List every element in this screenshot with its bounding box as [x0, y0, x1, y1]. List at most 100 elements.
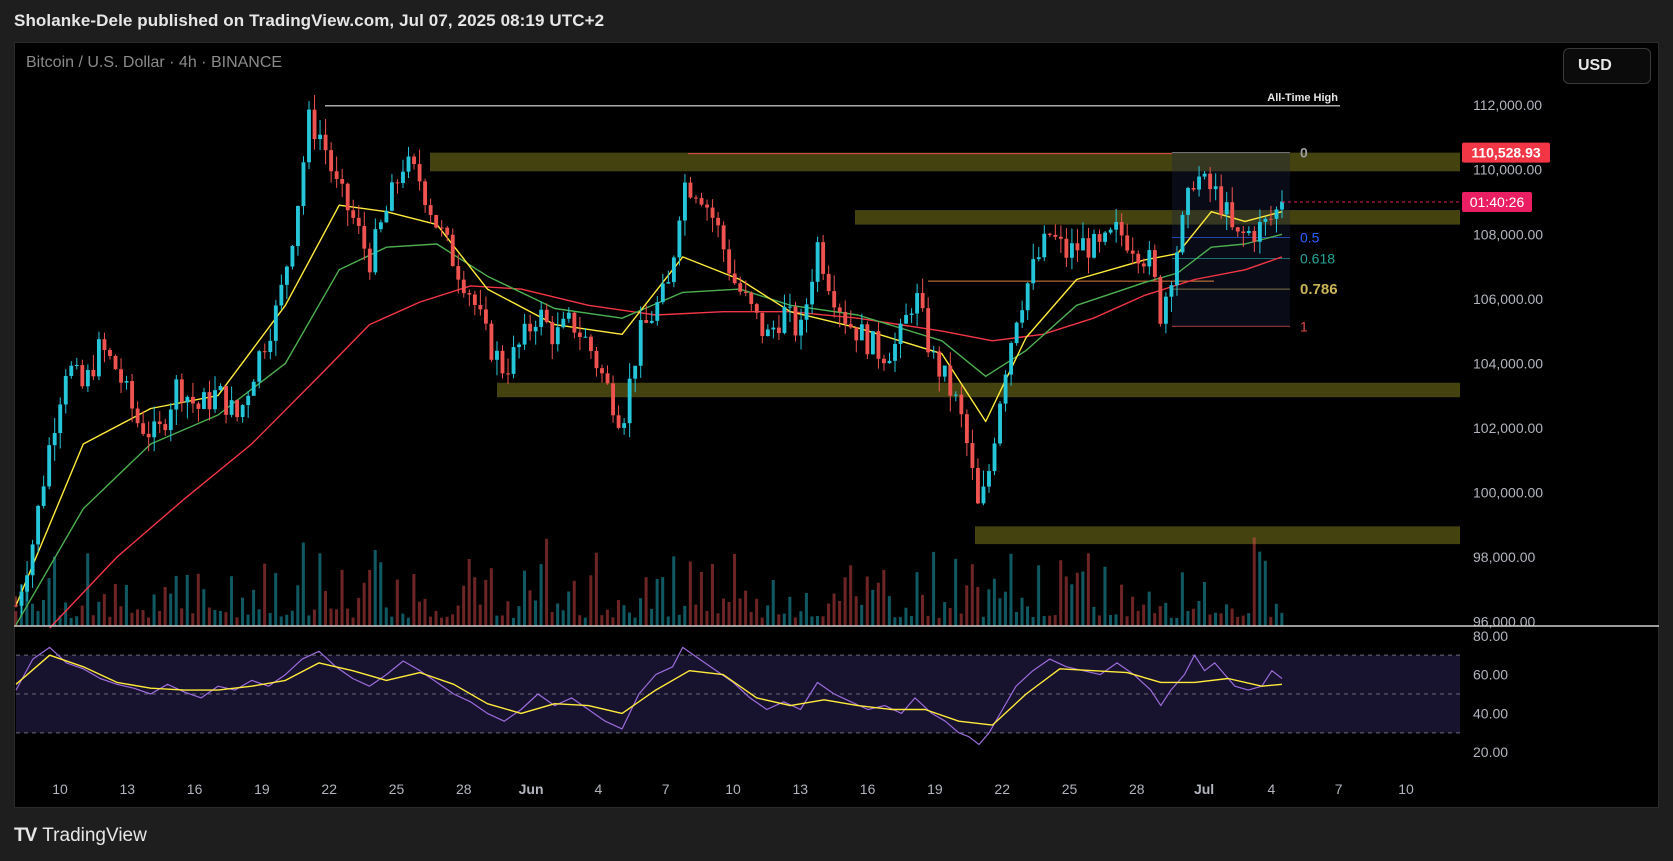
- volume-bar: [362, 582, 366, 626]
- volume-bar: [1263, 560, 1267, 626]
- volume-bar: [1197, 600, 1201, 626]
- volume-bar: [80, 605, 84, 626]
- candle-body: [224, 386, 229, 415]
- candle-body: [594, 350, 599, 369]
- candle-body: [428, 205, 433, 216]
- currency-button[interactable]: USD: [1563, 48, 1651, 84]
- zone-rect: [497, 382, 1460, 398]
- volume-bar: [1252, 537, 1256, 626]
- volume-bar: [500, 615, 504, 626]
- candle-body: [1269, 218, 1273, 220]
- volume-bar: [688, 561, 692, 626]
- volume-bar: [440, 617, 444, 626]
- candle-body: [987, 471, 991, 487]
- candle-body: [788, 306, 792, 308]
- volume-bar: [1241, 615, 1245, 626]
- candle-body: [1025, 283, 1030, 311]
- volume-bar: [699, 572, 703, 626]
- candle-body: [307, 109, 311, 163]
- candle-body: [566, 312, 571, 319]
- volume-bar: [650, 608, 654, 626]
- volume-bar: [1236, 616, 1240, 626]
- candle-body: [528, 323, 533, 332]
- volume-bar: [992, 578, 996, 626]
- candle-body: [36, 505, 41, 545]
- volume-bar: [937, 617, 941, 626]
- candle-body: [683, 182, 687, 221]
- y-tick-label: 102,000.00: [1473, 420, 1543, 436]
- volume-bar: [1202, 581, 1206, 626]
- candle-body: [19, 591, 24, 606]
- candle-body: [1097, 234, 1102, 242]
- brand-name: TradingView: [42, 825, 147, 846]
- candle-body: [356, 217, 361, 226]
- volume-bar: [113, 583, 117, 626]
- candle-body: [1263, 218, 1268, 222]
- candle-body: [207, 392, 212, 410]
- rsi-panel: 80.00 60.00 40.00 20.00: [14, 625, 1659, 760]
- volume-bar: [843, 577, 847, 626]
- volume-bar: [1247, 613, 1251, 626]
- volume-bar: [69, 617, 73, 626]
- volume-bar: [301, 542, 305, 626]
- candle-body: [1014, 322, 1019, 344]
- candle-body: [96, 339, 101, 377]
- volume-bar: [970, 564, 974, 626]
- volume-bar: [1064, 576, 1068, 626]
- volume-bar: [804, 593, 808, 626]
- volume-bar: [141, 610, 145, 626]
- footer-brand[interactable]: TV TradingView: [14, 822, 147, 850]
- volume-bar: [108, 616, 112, 626]
- volume-bar: [434, 610, 438, 626]
- candle-body: [1036, 257, 1041, 260]
- volume-bar: [202, 589, 206, 626]
- candle-body: [135, 408, 140, 424]
- candle-body: [1053, 234, 1058, 237]
- zone-rect: [855, 210, 1460, 225]
- candle-body: [1147, 250, 1152, 267]
- candle-body: [1103, 232, 1108, 242]
- candle-body: [1020, 310, 1025, 323]
- fib-label: 0.786: [1300, 281, 1338, 298]
- candle-body: [52, 433, 57, 446]
- candle-body: [130, 381, 135, 409]
- volume-bar: [987, 589, 991, 626]
- y-tick-label: 108,000.00: [1473, 226, 1543, 242]
- volume-bar: [655, 578, 659, 626]
- volume-bar: [180, 608, 184, 626]
- x-tick-label: 16: [860, 781, 876, 797]
- volume-bar: [522, 570, 526, 626]
- volume-bar: [91, 615, 95, 626]
- zone-rect: [975, 526, 1460, 545]
- candle-body: [1075, 243, 1080, 251]
- volume-bar: [511, 617, 515, 626]
- volume-bar: [589, 575, 593, 626]
- volume-bar: [102, 594, 106, 626]
- volume-bar: [124, 584, 128, 626]
- volume-bar: [252, 589, 256, 626]
- supply-demand-zones: [430, 152, 1460, 545]
- candle-body: [931, 351, 936, 353]
- volume-bar: [1164, 602, 1168, 626]
- volume-bar: [854, 596, 858, 626]
- candle-body: [1081, 238, 1085, 251]
- volume-bar: [169, 593, 173, 626]
- x-tick-label: 4: [1268, 781, 1276, 797]
- x-tick-label: Jul: [1194, 781, 1214, 797]
- candle-body: [229, 400, 234, 415]
- candle-body: [334, 171, 339, 180]
- candle-body: [953, 394, 958, 396]
- candle-body: [992, 443, 997, 472]
- volume-bar: [738, 598, 742, 626]
- candle-body: [765, 329, 770, 337]
- candle-body: [970, 443, 975, 468]
- candle-body: [312, 109, 317, 140]
- chart-canvas[interactable]: 0 0.5 0.618 0.786 1 All-Time High 112,000.00…: [0, 0, 1673, 861]
- x-tick-label: 19: [254, 781, 270, 797]
- volume-bar: [998, 598, 1002, 626]
- volume-bar: [1180, 572, 1184, 626]
- candle-body: [882, 358, 886, 364]
- candle-body: [373, 229, 378, 273]
- rsi-tick-label: 80.00: [1473, 628, 1508, 644]
- volume-bar: [694, 604, 698, 626]
